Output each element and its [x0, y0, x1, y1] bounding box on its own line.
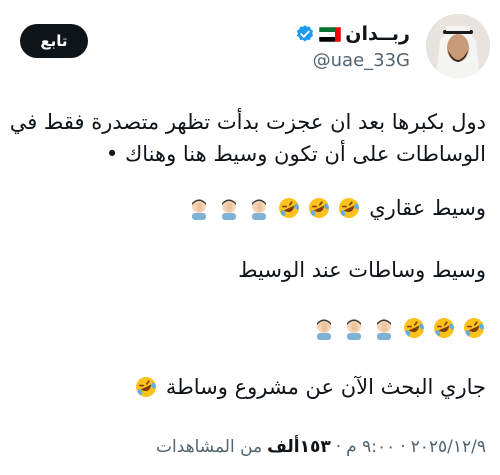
rofl-emoji-icon — [339, 198, 360, 218]
avatar[interactable] — [426, 14, 490, 78]
author-info: ربــدان @uae_33G — [295, 20, 410, 71]
tweet-date[interactable]: ٢٠٢٥/١٢/٩ — [411, 437, 486, 457]
tweet-text-segment: وسيط عقاري — [369, 196, 486, 220]
tweet-time[interactable]: ٩:٠٠ م — [346, 437, 395, 457]
display-name[interactable]: ربــدان — [345, 23, 410, 45]
facepalm-emoji-icon — [252, 199, 267, 220]
facepalm-emoji-icon — [347, 319, 361, 340]
rofl-emoji-icon — [279, 198, 300, 218]
meta-separator: · — [335, 437, 342, 457]
tweet-text-line-5: جاري البحث الآن عن مشروع وساطة — [134, 375, 486, 399]
emoji-line — [312, 316, 486, 340]
rofl-emoji-icon — [434, 318, 454, 338]
rofl-emoji-icon — [135, 377, 156, 397]
facepalm-emoji-icon — [317, 319, 331, 340]
tweet-meta: ٢٠٢٥/١٢/٩ · ٩:٠٠ م · ١٥٣ألف من المشاهدات — [156, 437, 486, 457]
rofl-emoji-icon — [404, 318, 424, 338]
rofl-emoji-icon — [464, 318, 484, 338]
verified-badge-icon — [295, 24, 315, 44]
uae-flag-icon — [319, 26, 342, 42]
tweet-text-line-3: وسيط عقاري — [187, 196, 486, 220]
tweet-text-line-2: الوساطات على أن تكون وسيط هنا وهناك • — [105, 142, 486, 166]
tweet-text-line-1: دول بكبرها بعد ان عجزت بدأت تظهر متصدرة … — [9, 110, 486, 134]
rofl-emoji-icon — [309, 198, 330, 218]
name-row: ربــدان — [295, 20, 410, 48]
meta-separator: · — [400, 437, 406, 457]
views-label: من المشاهدات — [155, 437, 263, 457]
emoji-group — [187, 196, 361, 220]
tweet-text-line-4: وسيط وساطات عند الوسيط — [238, 258, 486, 282]
facepalm-emoji-icon — [377, 319, 391, 340]
tweet-text-segment: جاري البحث الآن عن مشروع وساطة — [165, 375, 486, 399]
facepalm-emoji-icon — [192, 199, 207, 220]
follow-button[interactable]: تابع — [20, 24, 88, 58]
tweet-card: تابع ربــدان @uae_33G دول بكبرها بعد ان … — [0, 0, 500, 475]
handle[interactable]: @uae_33G — [295, 50, 410, 71]
avatar-image — [426, 14, 490, 78]
facepalm-emoji-icon — [222, 199, 237, 220]
views-count: ١٥٣ألف — [267, 437, 331, 457]
